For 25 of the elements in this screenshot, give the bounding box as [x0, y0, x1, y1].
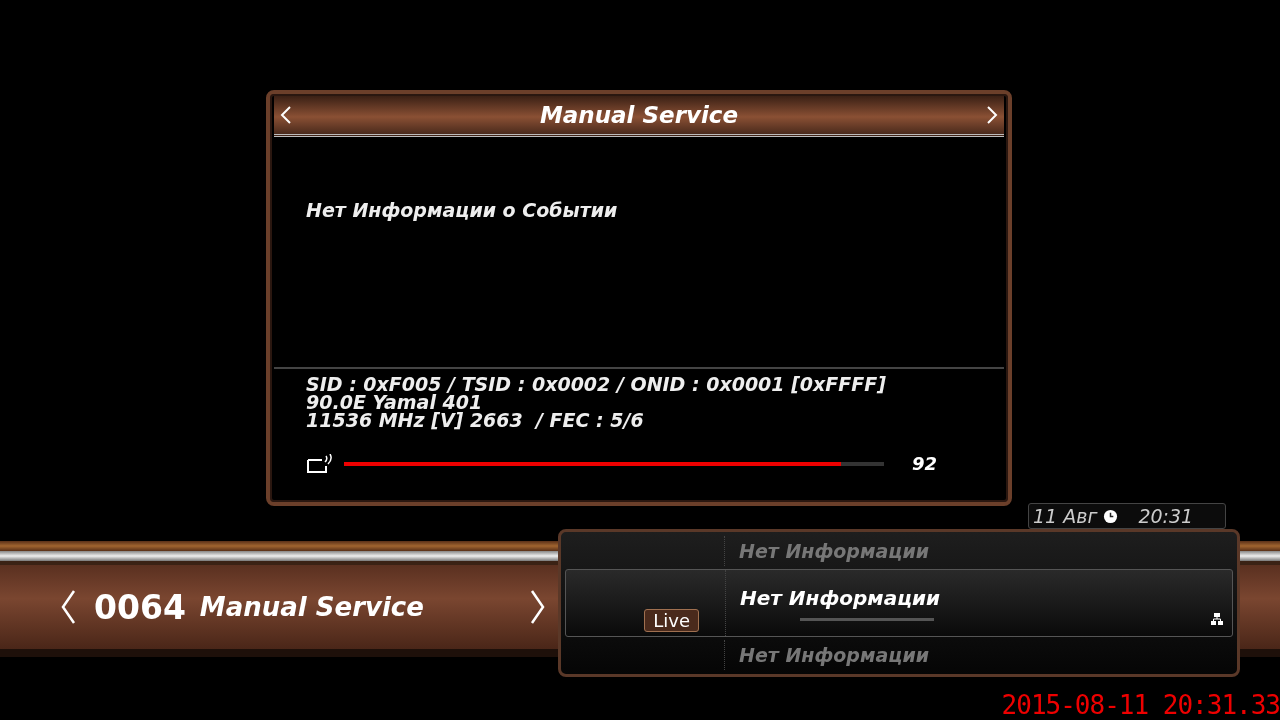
- service-detail: SID : 0xF005 / TSID : 0x0002 / ONID : 0x0001 [0xFFFF]: [306, 375, 887, 393]
- program-row[interactable]: Live Нет Информации: [565, 569, 1233, 637]
- signal-reading: 92: [912, 453, 938, 474]
- program-row[interactable]: Нет Информации: [565, 640, 1233, 670]
- chevron-left-icon[interactable]: [280, 105, 292, 125]
- timestamp: 2015-08-11 20:31.33: [1001, 693, 1280, 717]
- chevron-left-icon[interactable]: [60, 589, 76, 625]
- network-icon: [1210, 612, 1224, 626]
- live-badge: Live: [644, 609, 699, 632]
- program-row[interactable]: Нет Информации: [565, 536, 1233, 566]
- program-title: Нет Информации: [740, 585, 940, 610]
- chevron-right-icon[interactable]: [986, 105, 998, 125]
- channel-name: Manual Service: [199, 592, 424, 622]
- program-title: Нет Информации: [739, 540, 929, 562]
- signal-icon: [306, 453, 334, 474]
- service-detail: 11536 MHz [V] 2663 / FEC : 5/6: [306, 411, 645, 429]
- chevron-right-icon[interactable]: [529, 589, 546, 625]
- event-text: Нет Информации о Событии: [306, 199, 618, 221]
- clock-icon: [1103, 508, 1119, 524]
- time-text: 20:31: [1138, 505, 1194, 527]
- date-text: 11 Авг: [1033, 505, 1098, 527]
- service-detail: 90.0E Yamal 401: [306, 393, 484, 411]
- panel-title: Manual Service: [539, 102, 739, 128]
- program-title: Нет Информации: [739, 644, 929, 666]
- channel-number: 0064: [94, 587, 186, 627]
